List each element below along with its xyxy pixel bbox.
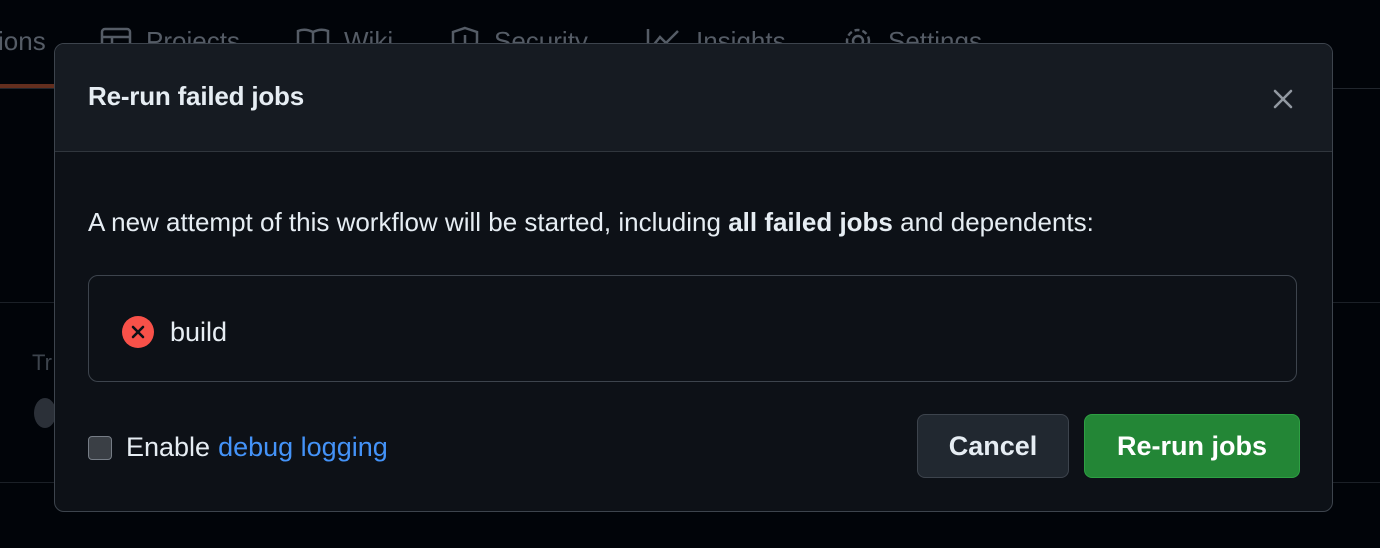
close-icon <box>1273 89 1293 109</box>
nav-tab-label: ions <box>0 25 46 56</box>
dialog-title: Re-run failed jobs <box>88 81 304 111</box>
avatar <box>34 398 56 428</box>
dialog-header: Re-run failed jobs <box>55 44 1332 152</box>
x-circle-fill-icon <box>122 316 154 348</box>
debug-logging-checkbox[interactable] <box>88 435 112 460</box>
debug-logging-option: Enable debug logging <box>88 432 388 463</box>
description-suffix: and dependents: <box>892 207 1094 237</box>
debug-logging-label[interactable]: Enable <box>126 432 210 463</box>
cancel-button[interactable]: Cancel <box>917 414 1069 478</box>
background-row-text: Tr <box>32 350 52 375</box>
nav-tab-actions[interactable]: ions <box>0 24 46 58</box>
description-prefix: A new attempt of this workflow will be s… <box>88 207 729 237</box>
rerun-dialog: Re-run failed jobs A new attempt of this… <box>54 43 1333 512</box>
close-button[interactable] <box>1268 84 1298 114</box>
jobs-list: build <box>88 275 1297 382</box>
rerun-jobs-button[interactable]: Re-run jobs <box>1084 414 1300 478</box>
description-emphasis: all failed jobs <box>728 207 893 237</box>
debug-logging-link[interactable]: debug logging <box>218 432 388 463</box>
active-tab-underline <box>0 84 56 88</box>
job-name: build <box>170 316 228 347</box>
dialog-description: A new attempt of this workflow will be s… <box>88 207 1094 238</box>
list-item: build <box>122 316 227 348</box>
